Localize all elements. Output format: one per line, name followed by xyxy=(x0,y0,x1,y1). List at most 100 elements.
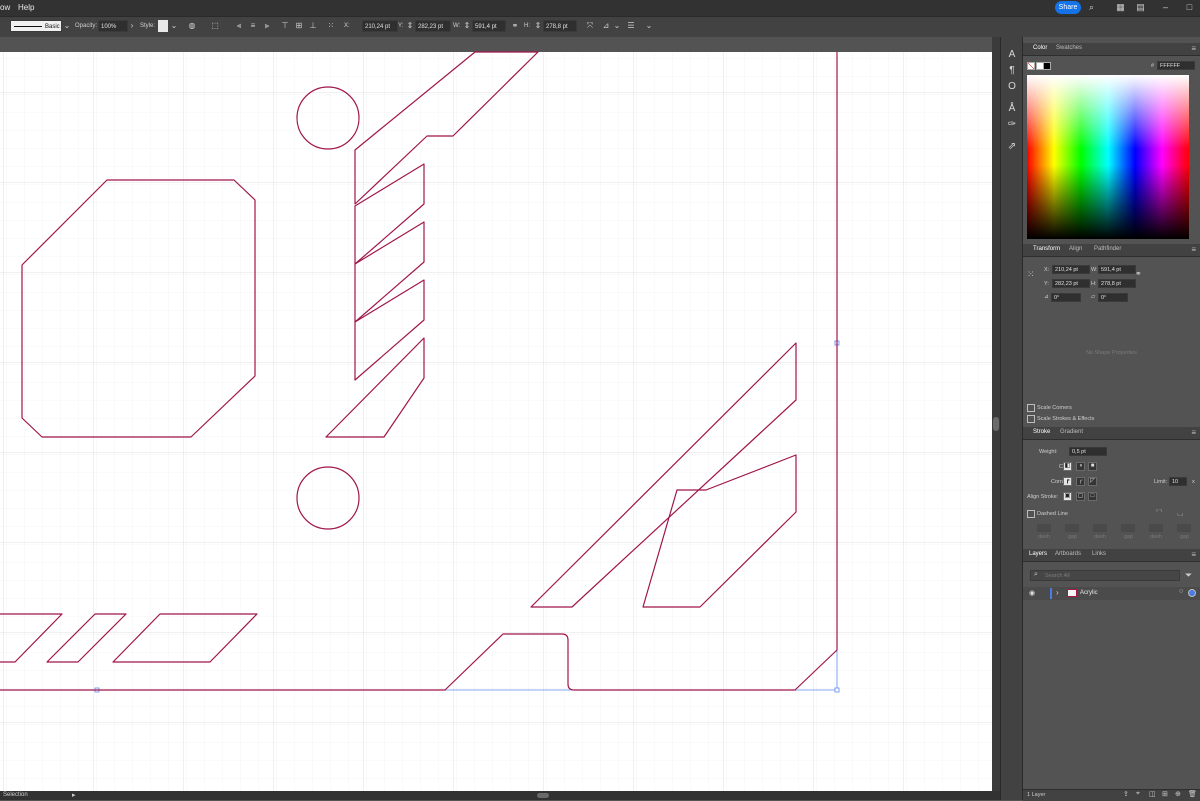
tab-swatches[interactable]: Swatches xyxy=(1056,45,1082,51)
workspace-icon[interactable]: ▤ xyxy=(1135,2,1146,13)
align-middle-icon[interactable]: ⊞ xyxy=(294,21,304,31)
color-spectrum[interactable] xyxy=(1027,75,1189,239)
chevron-right-icon[interactable]: › xyxy=(1056,588,1059,597)
transform-y-field[interactable]: 282,23 pt xyxy=(1052,279,1090,288)
chevron-down-icon[interactable]: ⌄ xyxy=(612,21,622,31)
reference-point-icon[interactable]: ⁙ xyxy=(1027,269,1035,280)
dash-align-icon[interactable]: ⌜⌝ xyxy=(1156,509,1163,517)
scale-corners-checkbox[interactable] xyxy=(1027,404,1035,412)
visibility-eye-icon[interactable]: ◉ xyxy=(1029,589,1035,597)
transform-h-field[interactable]: 278,8 pt xyxy=(1098,279,1136,288)
vertical-scrollbar[interactable] xyxy=(992,37,1000,791)
graphic-style-swatch[interactable] xyxy=(158,20,168,32)
reference-point-icon[interactable]: ⁙ xyxy=(326,21,336,31)
menu-window[interactable]: ow xyxy=(0,3,10,12)
minimize-icon[interactable]: – xyxy=(1160,2,1171,13)
weight-field[interactable]: 0,5 pt xyxy=(1069,447,1107,456)
horizontal-scroll-thumb[interactable] xyxy=(537,793,549,798)
constrain-proportions-icon[interactable]: ⚭ xyxy=(1135,269,1142,278)
align-left-icon[interactable]: ⫷ xyxy=(234,21,244,31)
collect-export-icon[interactable]: ⇪ xyxy=(1123,790,1129,798)
filter-icon[interactable]: ⏷ xyxy=(1185,570,1192,581)
menu-help[interactable]: Help xyxy=(18,3,34,12)
new-layer-icon[interactable]: ⊕ xyxy=(1175,790,1181,798)
butt-cap-button[interactable]: ◧ xyxy=(1063,462,1072,471)
panel-menu-icon[interactable]: ≡ xyxy=(1191,44,1196,53)
projecting-cap-button[interactable]: ■ xyxy=(1088,462,1097,471)
tab-links[interactable]: Links xyxy=(1092,551,1106,557)
chevron-down-icon[interactable]: ⌄ xyxy=(62,21,72,31)
opacity-field[interactable]: 100% xyxy=(98,20,128,32)
share-button[interactable]: Share xyxy=(1055,1,1081,14)
clipping-mask-icon[interactable]: ◫ xyxy=(1149,790,1156,798)
tab-color[interactable]: Color xyxy=(1033,45,1047,51)
limit-field[interactable]: 10 xyxy=(1169,477,1187,486)
scale-strokes-checkbox[interactable] xyxy=(1027,415,1035,423)
status-menu-icon[interactable]: ▸ xyxy=(72,791,76,799)
dash-preserve-icon[interactable]: ⌞⌟ xyxy=(1177,509,1184,517)
character-icon[interactable]: A xyxy=(1005,48,1019,62)
round-cap-button[interactable]: ◑ xyxy=(1076,462,1085,471)
recolor-icon[interactable]: ◍ xyxy=(187,21,197,31)
stepper-icon[interactable]: ⇕ xyxy=(462,21,472,31)
search-icon[interactable]: ⌕ xyxy=(1086,2,1097,13)
y-field[interactable]: 282,23 pt xyxy=(415,20,451,32)
panel-menu-icon[interactable]: ≡ xyxy=(1191,550,1196,559)
glyphs-icon[interactable]: Å xyxy=(1005,102,1019,116)
layer-row[interactable]: ◉ › Acrylic ○ xyxy=(1023,587,1200,600)
opentype-icon[interactable]: O xyxy=(1005,80,1019,94)
tab-transform[interactable]: Transform xyxy=(1033,246,1060,252)
rotate-field[interactable]: 0° xyxy=(1051,293,1081,302)
stepper-icon[interactable]: ⇕ xyxy=(533,21,543,31)
paragraph-icon[interactable]: ¶ xyxy=(1005,64,1019,78)
tab-align[interactable]: Align xyxy=(1069,246,1082,252)
handle-bottom-right[interactable] xyxy=(834,687,840,693)
miter-join-button[interactable]: ┏ xyxy=(1063,477,1072,486)
align-right-icon[interactable]: ⫸ xyxy=(262,21,272,31)
vertical-scroll-thumb[interactable] xyxy=(993,417,999,431)
panel-menu-icon[interactable]: ≡ xyxy=(1191,428,1196,437)
align-bottom-icon[interactable]: ⊥ xyxy=(308,21,318,31)
h-field[interactable]: 278,8 pt xyxy=(543,20,577,32)
chevron-down-icon[interactable]: ⌄ xyxy=(644,21,654,31)
brushes-icon[interactable]: ✑ xyxy=(1005,118,1019,132)
dashed-line-checkbox[interactable] xyxy=(1027,510,1035,518)
canvas-area[interactable] xyxy=(0,37,992,791)
align-top-icon[interactable]: ⊤ xyxy=(280,21,290,31)
new-sublayer-icon[interactable]: ⊞ xyxy=(1162,790,1168,798)
stepper-icon[interactable]: ⇕ xyxy=(405,21,415,31)
tab-pathfinder[interactable]: Pathfinder xyxy=(1094,246,1121,252)
chevron-right-icon[interactable]: › xyxy=(127,21,137,31)
align-stroke-inside-button[interactable]: ▢ xyxy=(1076,492,1085,501)
transform-icon[interactable]: ⤧ xyxy=(585,21,595,31)
none-color-icon[interactable] xyxy=(1027,62,1035,70)
align-to-icon[interactable]: ⬚ xyxy=(210,21,220,31)
hex-field[interactable]: FFFFFF xyxy=(1157,61,1195,70)
tab-stroke[interactable]: Stroke xyxy=(1033,429,1050,435)
layers-search-field[interactable]: ⌕ Search All xyxy=(1030,570,1180,581)
locate-object-icon[interactable]: ⌖ xyxy=(1136,790,1140,798)
shear-field[interactable]: 0° xyxy=(1098,293,1128,302)
panel-menu-icon[interactable]: ≡ xyxy=(1191,245,1196,254)
shape-options-icon[interactable]: ⊿ xyxy=(601,21,611,31)
x-field[interactable]: 210,24 pt xyxy=(362,20,398,32)
transform-w-field[interactable]: 591,4 pt xyxy=(1098,265,1136,274)
layer-name[interactable]: Acrylic xyxy=(1080,590,1098,596)
panel-menu-icon[interactable]: ☰ xyxy=(626,21,636,31)
arrange-documents-icon[interactable]: ▦ xyxy=(1115,2,1126,13)
round-join-button[interactable]: ╭ xyxy=(1076,477,1085,486)
w-field[interactable]: 591,4 pt xyxy=(472,20,506,32)
transform-x-field[interactable]: 210,24 pt xyxy=(1052,265,1090,274)
maximize-icon[interactable]: □ xyxy=(1184,2,1195,13)
align-stroke-center-button[interactable]: ▣ xyxy=(1063,492,1072,501)
tab-gradient[interactable]: Gradient xyxy=(1060,429,1083,435)
target-icon[interactable]: ○ xyxy=(1179,588,1183,595)
chevron-down-icon[interactable]: ⌄ xyxy=(169,21,179,31)
constrain-proportions-icon[interactable]: ⚭ xyxy=(510,21,520,31)
black-swatch[interactable] xyxy=(1043,62,1051,70)
align-center-icon[interactable]: ≡ xyxy=(248,21,258,31)
align-stroke-outside-button[interactable]: □ xyxy=(1088,492,1097,501)
bevel-join-button[interactable]: ◸ xyxy=(1088,477,1097,486)
stroke-profile-dropdown[interactable]: Basic xyxy=(10,20,62,32)
artboard-view[interactable] xyxy=(0,37,992,791)
